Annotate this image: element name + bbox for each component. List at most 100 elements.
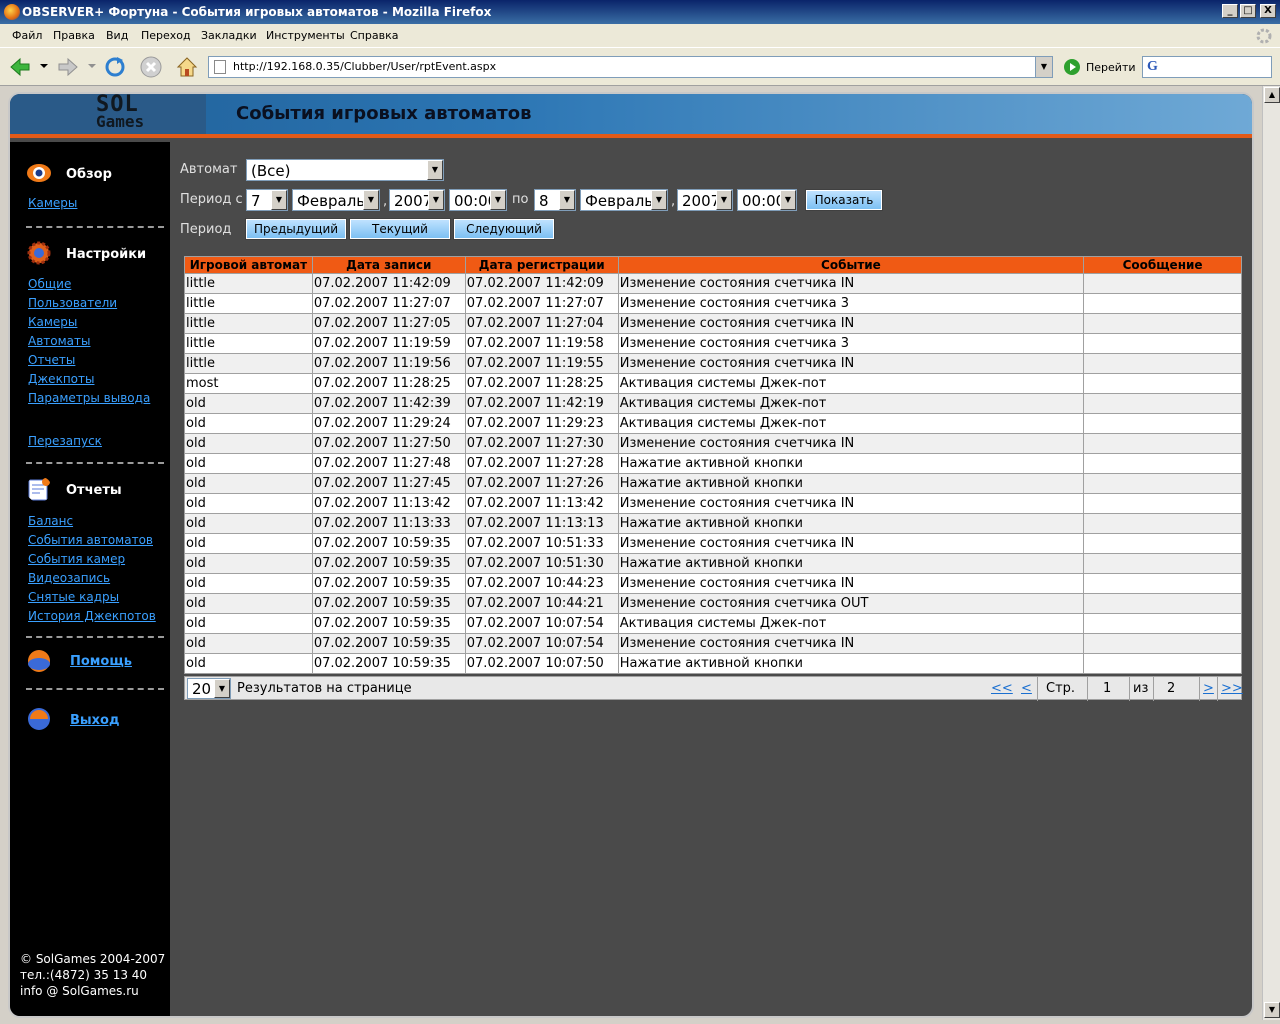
- to-year-select[interactable]: 2007 ▼: [677, 189, 733, 211]
- first-page-link[interactable]: <<: [991, 681, 1013, 696]
- address-dropdown-icon[interactable]: ▼: [1035, 57, 1052, 77]
- chevron-down-icon[interactable]: ▼: [427, 160, 443, 180]
- table-row[interactable]: little 07.02.2007 11:42:09 07.02.2007 11:4…: [184, 273, 1242, 294]
- sidebar-item-help[interactable]: Помощь: [70, 654, 132, 669]
- sidebar-item-output-params[interactable]: Параметры вывода: [28, 391, 150, 405]
- page-size-select[interactable]: 20 ▼: [187, 678, 231, 699]
- scroll-down-icon[interactable]: ▼: [1264, 1002, 1280, 1018]
- search-engine-logo[interactable]: G: [1147, 59, 1158, 75]
- column-header-registration-date[interactable]: Дата регистрации: [464, 256, 619, 274]
- minimize-button[interactable]: _: [1222, 4, 1238, 18]
- current-period-button[interactable]: Текущий: [349, 218, 451, 240]
- chevron-down-icon[interactable]: ▼: [428, 190, 444, 210]
- back-dropdown-icon[interactable]: [40, 62, 48, 70]
- sidebar-item-reports-settings[interactable]: Отчеты: [28, 353, 75, 367]
- column-header-machine[interactable]: Игровой автомат: [184, 256, 313, 274]
- last-page-link[interactable]: >>: [1221, 681, 1243, 696]
- cell-machine: old: [184, 473, 313, 494]
- column-header-message[interactable]: Сообщение: [1083, 256, 1242, 274]
- scroll-up-icon[interactable]: ▲: [1264, 87, 1280, 103]
- to-time-select[interactable]: 00:00 ▼: [737, 189, 797, 211]
- from-day-select[interactable]: 7 ▼: [246, 189, 288, 211]
- forward-arrow-icon[interactable]: [56, 55, 80, 79]
- maximize-button[interactable]: □: [1240, 4, 1256, 18]
- sidebar-item-camera-events[interactable]: События камер: [28, 552, 125, 566]
- table-row[interactable]: old 07.02.2007 11:13:42 07.02.2007 11:13:4…: [184, 493, 1242, 514]
- menu-go[interactable]: Переход: [141, 29, 191, 42]
- go-button[interactable]: Перейти: [1086, 61, 1136, 74]
- sidebar-item-snapshots[interactable]: Снятые кадры: [28, 590, 119, 604]
- menu-tools[interactable]: Инструменты: [266, 29, 345, 42]
- reload-icon[interactable]: [103, 55, 127, 79]
- sidebar-item-machine-events[interactable]: События автоматов: [28, 533, 153, 547]
- sidebar-item-video-recording[interactable]: Видеозапись: [28, 571, 110, 585]
- table-row[interactable]: old 07.02.2007 11:27:48 07.02.2007 11:27:2…: [184, 453, 1242, 474]
- next-page-link[interactable]: >: [1203, 681, 1214, 696]
- sidebar-item-balance[interactable]: Баланс: [28, 514, 73, 528]
- table-row[interactable]: little 07.02.2007 11:27:07 07.02.2007 11:2…: [184, 293, 1242, 314]
- menu-edit[interactable]: Правка: [53, 29, 95, 42]
- back-arrow-icon[interactable]: [8, 55, 32, 79]
- chevron-down-icon[interactable]: ▼: [363, 190, 379, 210]
- to-month-select[interactable]: Февраль ▼: [580, 189, 668, 211]
- table-row[interactable]: old 07.02.2007 10:59:35 07.02.2007 10:51:3…: [184, 533, 1242, 554]
- column-header-record-date[interactable]: Дата записи: [311, 256, 466, 274]
- table-row[interactable]: old 07.02.2007 11:27:45 07.02.2007 11:27:2…: [184, 473, 1242, 494]
- sidebar-item-jackpots[interactable]: Джекпоты: [28, 372, 94, 386]
- chevron-down-icon[interactable]: ▼: [490, 190, 506, 210]
- table-row[interactable]: old 07.02.2007 10:59:35 07.02.2007 10:07:5…: [184, 633, 1242, 654]
- sidebar-item-general[interactable]: Общие: [28, 277, 71, 291]
- menu-help[interactable]: Справка: [350, 29, 398, 42]
- chevron-down-icon[interactable]: ▼: [271, 190, 287, 210]
- address-bar[interactable]: http://192.168.0.35/Clubber/User/rptEven…: [208, 56, 1053, 78]
- column-header-event[interactable]: Событие: [617, 256, 1085, 274]
- from-time-select[interactable]: 00:00 ▼: [449, 189, 507, 211]
- table-row[interactable]: little 07.02.2007 11:19:56 07.02.2007 11:1…: [184, 353, 1242, 374]
- from-year-select[interactable]: 2007 ▼: [389, 189, 445, 211]
- chevron-down-icon[interactable]: ▼: [559, 190, 575, 210]
- home-icon[interactable]: [175, 55, 199, 79]
- sidebar-item-restart[interactable]: Перезапуск: [28, 434, 102, 448]
- table-row[interactable]: old 07.02.2007 10:59:35 07.02.2007 10:44:2…: [184, 593, 1242, 614]
- table-row[interactable]: old 07.02.2007 11:42:39 07.02.2007 11:42:1…: [184, 393, 1242, 414]
- from-month-select[interactable]: Февраль ▼: [292, 189, 380, 211]
- machine-select[interactable]: (Все) ▼: [246, 159, 444, 181]
- table-row[interactable]: old 07.02.2007 11:29:24 07.02.2007 11:29:2…: [184, 413, 1242, 434]
- close-window-button[interactable]: X: [1260, 4, 1276, 18]
- menu-bookmarks[interactable]: Закладки: [201, 29, 257, 42]
- sidebar-item-cameras[interactable]: Камеры: [28, 315, 77, 329]
- chevron-down-icon[interactable]: ▼: [651, 190, 667, 210]
- vertical-scrollbar[interactable]: ▲ ▼: [1262, 86, 1280, 1020]
- menu-view[interactable]: Вид: [106, 29, 128, 42]
- show-button[interactable]: Показать: [805, 189, 883, 211]
- sidebar-item-jackpot-history[interactable]: История Джекпотов: [28, 609, 156, 623]
- cell-machine: old: [184, 633, 313, 654]
- chevron-down-icon[interactable]: ▼: [214, 679, 230, 698]
- sidebar-item-users[interactable]: Пользователи: [28, 296, 117, 310]
- sidebar-item-machines[interactable]: Автоматы: [28, 334, 90, 348]
- table-row[interactable]: little 07.02.2007 11:27:05 07.02.2007 11:2…: [184, 313, 1242, 334]
- table-row[interactable]: old 07.02.2007 10:59:35 07.02.2007 10:51:3…: [184, 553, 1242, 574]
- forward-dropdown-icon[interactable]: [88, 62, 96, 70]
- next-period-button[interactable]: Следующий: [453, 218, 555, 240]
- stop-icon[interactable]: [139, 55, 163, 79]
- go-icon[interactable]: [1064, 59, 1080, 75]
- table-row[interactable]: old 07.02.2007 10:59:35 07.02.2007 10:07:5…: [184, 613, 1242, 634]
- sidebar-item-exit[interactable]: Выход: [70, 713, 119, 728]
- menu-file[interactable]: Файл: [12, 29, 42, 42]
- table-row[interactable]: little 07.02.2007 11:19:59 07.02.2007 11:1…: [184, 333, 1242, 354]
- sidebar-item-cameras-overview[interactable]: Камеры: [28, 196, 77, 210]
- chevron-down-icon[interactable]: ▼: [780, 190, 796, 210]
- previous-period-button[interactable]: Предыдущий: [245, 218, 347, 240]
- table-row[interactable]: old 07.02.2007 10:59:35 07.02.2007 10:07:5…: [184, 653, 1242, 674]
- to-day-select[interactable]: 8 ▼: [534, 189, 576, 211]
- sidebar-divider: [26, 462, 164, 464]
- prev-page-link[interactable]: <: [1021, 681, 1032, 696]
- table-row[interactable]: old 07.02.2007 10:59:35 07.02.2007 10:44:2…: [184, 573, 1242, 594]
- table-row[interactable]: most 07.02.2007 11:28:25 07.02.2007 11:28:…: [184, 373, 1242, 394]
- chevron-down-icon[interactable]: ▼: [716, 190, 732, 210]
- search-box[interactable]: G: [1142, 56, 1272, 78]
- table-row[interactable]: old 07.02.2007 11:27:50 07.02.2007 11:27:3…: [184, 433, 1242, 454]
- cell-event: Активация системы Джек-пот: [617, 413, 1085, 434]
- table-row[interactable]: old 07.02.2007 11:13:33 07.02.2007 11:13:1…: [184, 513, 1242, 534]
